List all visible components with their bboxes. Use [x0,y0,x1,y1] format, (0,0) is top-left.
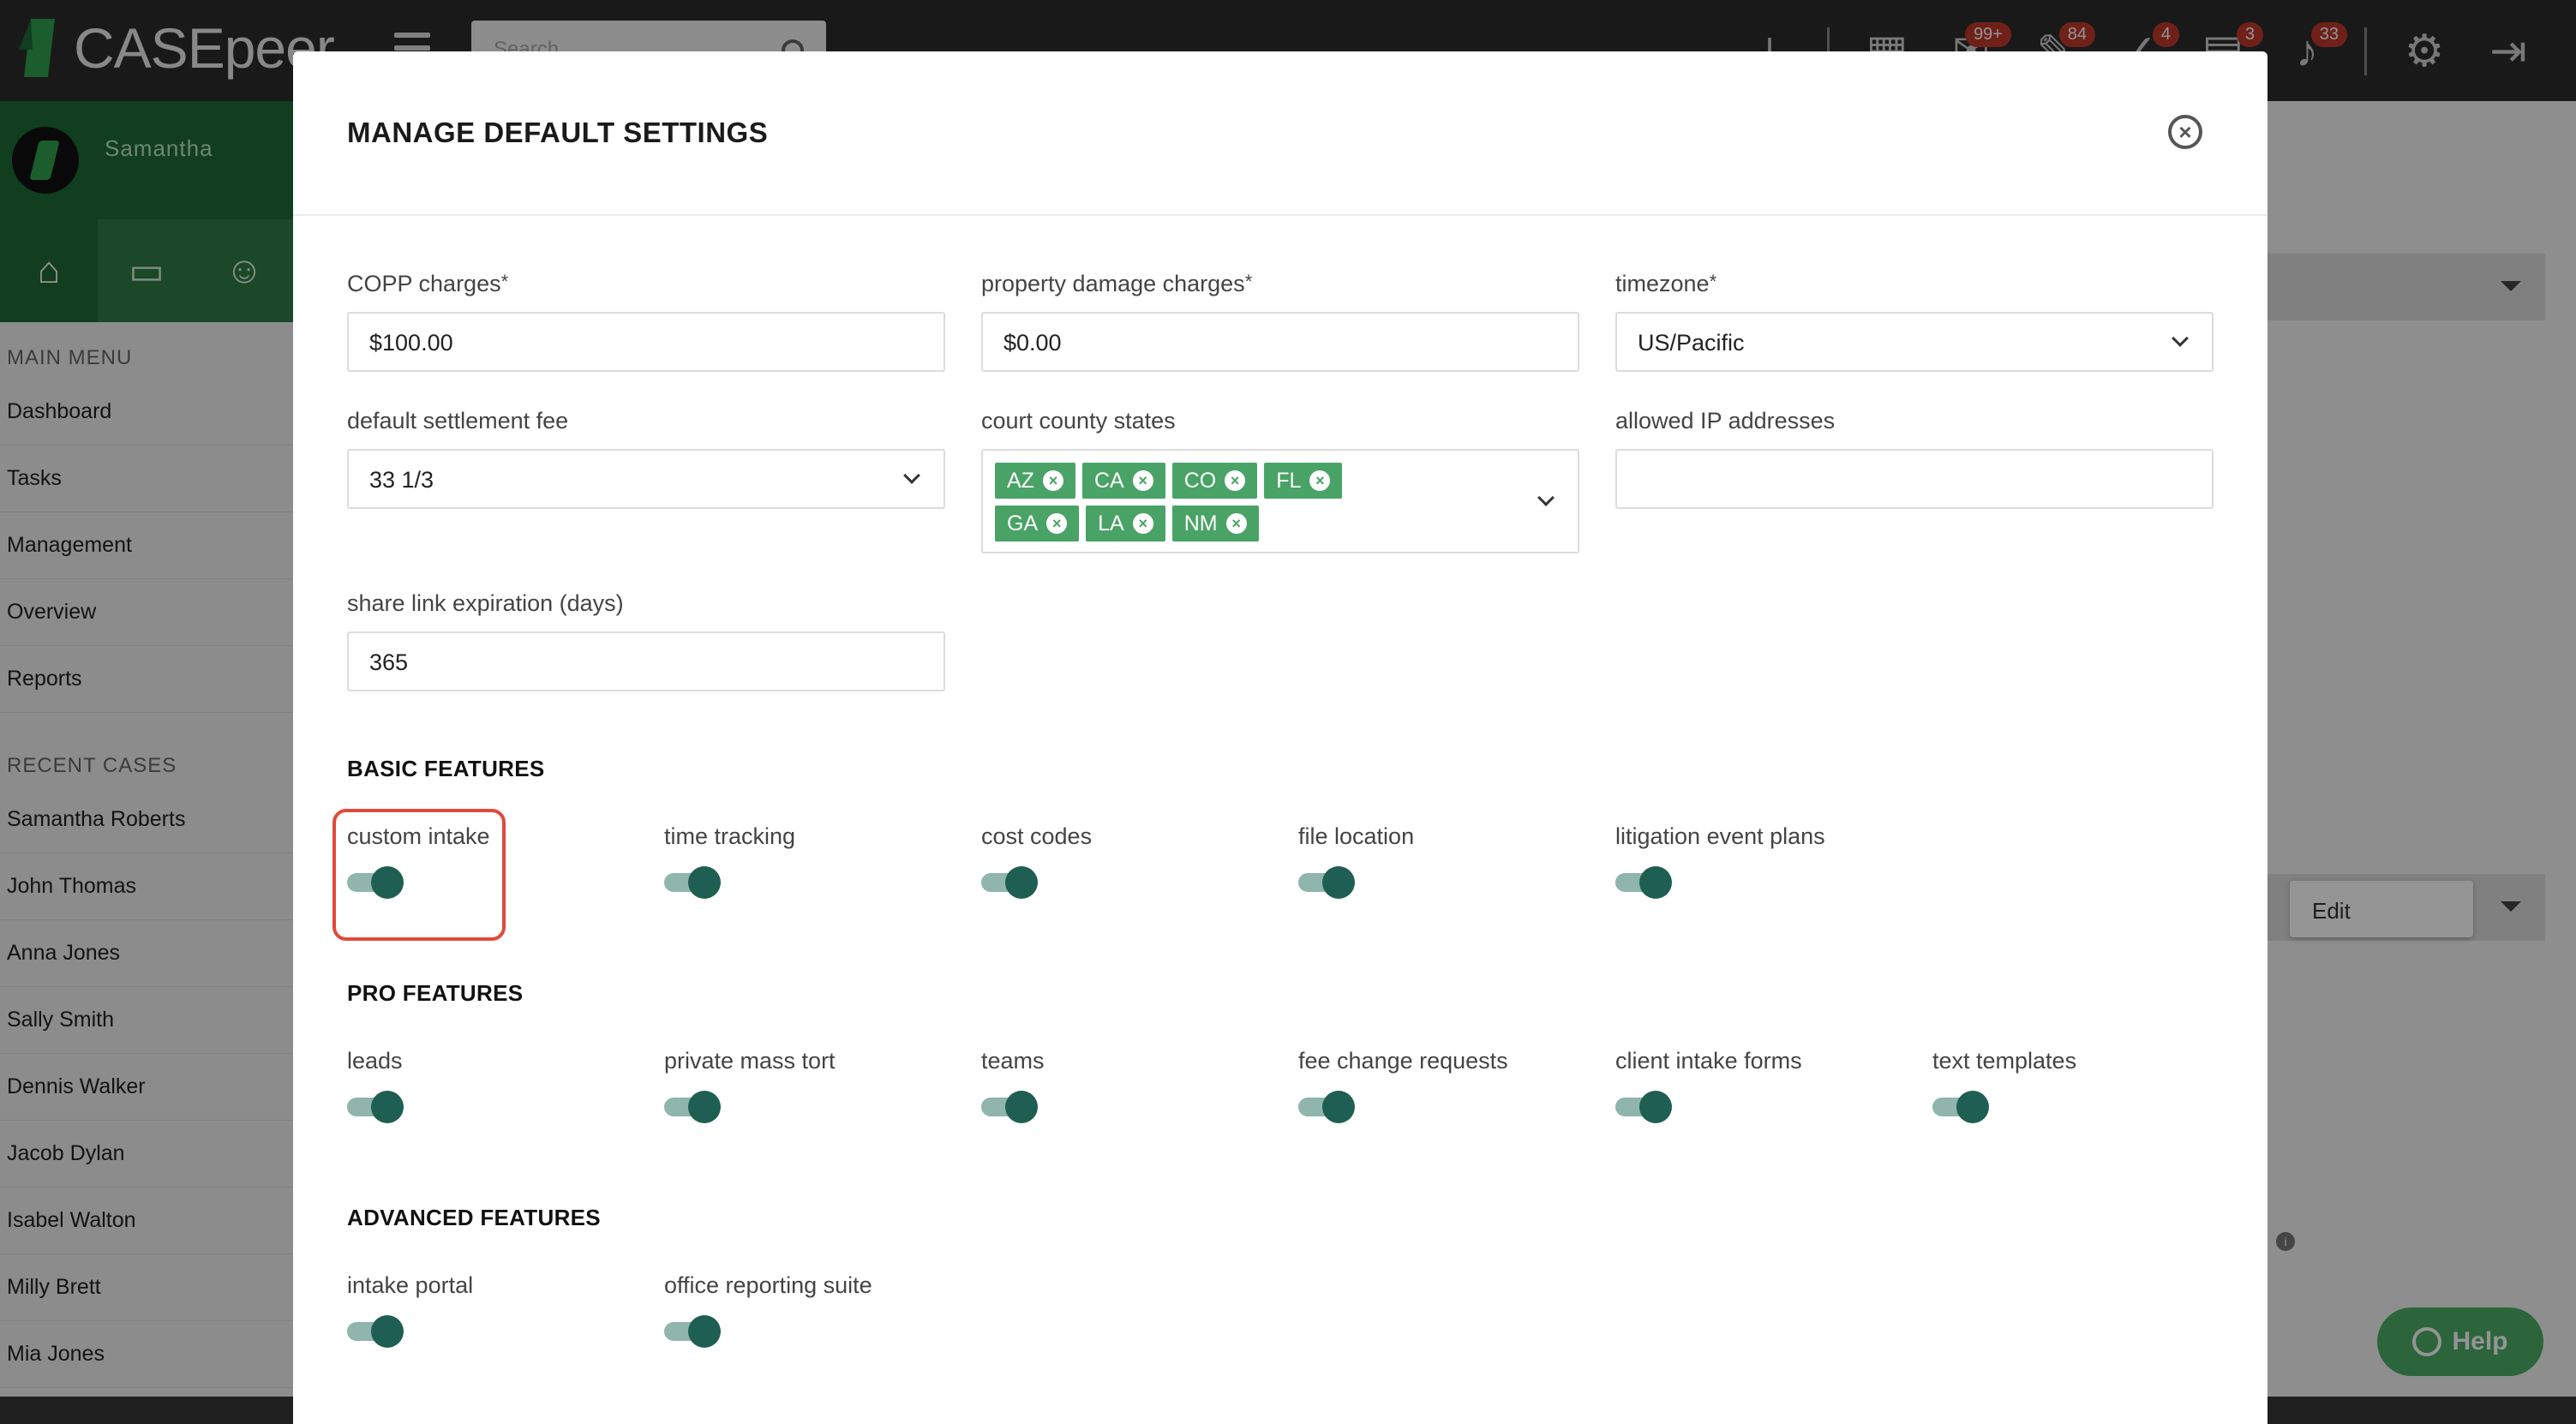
feature-toggle[interactable] [664,865,722,899]
timezone-label: timezone* [1615,271,1717,296]
feature-text-templates: text templates [1932,1048,2241,1142]
remove-tag-icon[interactable]: × [1225,470,1246,491]
feature-office-reporting-suite: office reporting suite [664,1272,973,1367]
default-settlement-fee-label: default settlement fee [347,408,569,434]
feature-cost-codes: cost codes [981,823,1290,918]
remove-tag-icon[interactable]: × [1046,513,1068,534]
toggle-knob [688,1091,721,1123]
toggle-knob [688,866,721,899]
state-tag-ga: GA × [995,506,1080,541]
court-county-states-multiselect[interactable]: AZ × CA × CO × FL × GA × LA × NM × [981,449,1579,553]
feature-label: teams [981,1048,1045,1074]
toggle-knob [1639,1091,1672,1123]
copp-charges-label: COPP charges* [347,271,509,296]
toggle-knob [1322,866,1355,899]
allowed-ip-addresses-label: allowed IP addresses [1615,408,1836,434]
feature-toggle[interactable] [981,865,1039,899]
feature-label: private mass tort [664,1048,836,1074]
custom-intake-highlight [332,809,506,941]
advanced-features-heading: ADVANCED FEATURES [347,1205,601,1230]
modal-title: MANAGE DEFAULT SETTINGS [347,117,769,148]
toggle-knob [1005,1091,1038,1123]
state-tag-label: CO [1183,468,1217,493]
copp-charges-input[interactable]: $100.00 [347,312,945,372]
pro-features-heading: PRO FEATURES [347,980,524,1006]
state-tags: AZ × CA × CO × FL × GA × LA × NM × [995,463,1423,541]
toggle-knob [371,1091,404,1123]
property-damage-charges-label: property damage charges* [981,271,1253,296]
feature-toggle[interactable] [664,1089,722,1123]
toggle-knob [1322,1091,1355,1123]
feature-label: time tracking [664,823,796,849]
default-settlement-fee-select[interactable]: 33 1/3 [347,449,945,509]
toggle-knob [688,1315,721,1348]
timezone-select[interactable]: US/Pacific [1615,312,2214,372]
feature-toggle[interactable] [1298,1089,1357,1123]
feature-toggle[interactable] [1298,865,1357,899]
share-link-expiration-label: share link expiration (days) [347,590,624,616]
feature-label: litigation event plans [1615,823,1825,849]
toggle-knob [1005,866,1038,899]
chevron-down-icon[interactable] [2172,330,2189,347]
feature-toggle[interactable] [1615,865,1674,899]
state-tag-la: LA × [1086,506,1165,541]
state-tag-label: CA [1093,468,1124,493]
feature-intake-portal: intake portal [347,1272,656,1367]
remove-tag-icon[interactable]: × [1132,513,1153,534]
toggle-knob [371,1315,404,1348]
feature-leads: leads [347,1048,656,1142]
state-tag-fl: FL × [1264,463,1343,499]
state-tag-label: GA [1007,511,1039,535]
state-tag-label: FL [1276,468,1302,493]
feature-label: fee change requests [1298,1048,1508,1074]
remove-tag-icon[interactable]: × [1132,470,1153,491]
feature-label: office reporting suite [664,1272,872,1298]
settlement-fee-value: 33 1/3 [369,467,434,493]
toggle-knob [1639,866,1672,899]
feature-toggle[interactable] [347,1313,405,1348]
feature-label: cost codes [981,823,1093,849]
basic-features-heading: BASIC FEATURES [347,756,545,781]
feature-label: text templates [1932,1048,2077,1074]
feature-time-tracking: time tracking [664,823,973,918]
state-tag-co: CO × [1171,463,1258,499]
remove-tag-icon[interactable]: × [1309,470,1331,491]
state-tag-label: AZ [1007,468,1034,493]
state-tag-az: AZ × [995,463,1075,499]
court-county-states-label: court county states [981,408,1176,434]
toggle-knob [1956,1091,1989,1123]
feature-client-intake-forms: client intake forms [1615,1048,1924,1142]
close-icon[interactable]: × [2168,115,2202,149]
modal-header: MANAGE DEFAULT SETTINGS × [293,51,2267,216]
feature-toggle[interactable] [1932,1089,1991,1123]
feature-fee-change-requests: fee change requests [1298,1048,1607,1142]
remove-tag-icon[interactable]: × [1225,513,1247,534]
feature-label: leads [347,1048,403,1074]
remove-tag-icon[interactable]: × [1042,470,1063,491]
feature-toggle[interactable] [981,1089,1039,1123]
feature-file-location: file location [1298,823,1607,918]
feature-label: intake portal [347,1272,474,1298]
feature-teams: teams [981,1048,1290,1142]
timezone-value: US/Pacific [1638,330,1745,356]
feature-toggle[interactable] [347,1089,405,1123]
allowed-ip-addresses-input[interactable] [1615,449,2214,509]
share-link-expiration-input[interactable]: 365 [347,631,945,691]
state-tag-label: NM [1183,511,1218,535]
state-tag-label: LA [1098,511,1124,535]
state-tag-nm: NM × [1171,506,1259,541]
chevron-down-icon[interactable] [1537,489,1555,506]
feature-label: client intake forms [1615,1048,1802,1074]
feature-toggle[interactable] [1615,1089,1674,1123]
state-tag-ca: CA × [1081,463,1165,499]
manage-default-settings-modal: MANAGE DEFAULT SETTINGS × COPP charges* … [293,51,2267,1424]
feature-label: file location [1298,823,1415,849]
chevron-down-icon[interactable] [903,467,920,484]
feature-toggle[interactable] [664,1313,722,1348]
feature-litigation-event-plans: litigation event plans [1615,823,1924,918]
property-damage-charges-input[interactable]: $0.00 [981,312,1579,372]
feature-private-mass-tort: private mass tort [664,1048,973,1142]
